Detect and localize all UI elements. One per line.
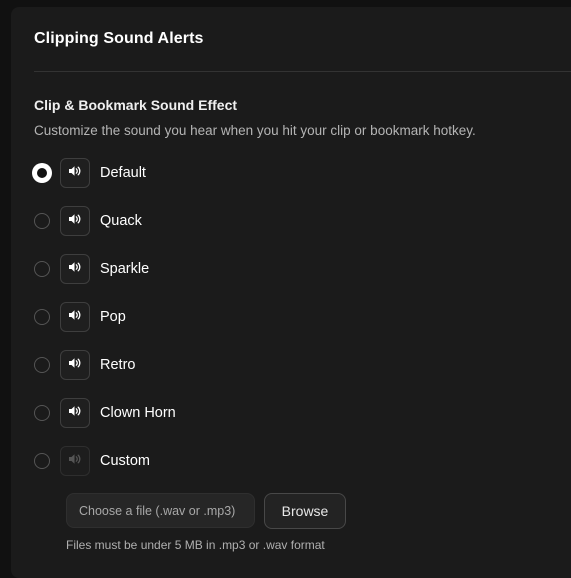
play-custom-button [60,446,90,476]
radio-sparkle[interactable] [34,261,50,277]
radio-default[interactable] [32,163,52,183]
sound-option-sparkle[interactable]: Sparkle [34,253,334,285]
radio-quack[interactable] [34,213,50,229]
play-default-button[interactable] [60,158,90,188]
section-description: Customize the sound you hear when you hi… [34,123,476,138]
option-label: Sparkle [100,261,150,277]
file-help-text: Files must be under 5 MB in .mp3 or .wav… [66,538,325,552]
option-label: Pop [100,309,126,325]
option-label: Quack [100,213,142,229]
option-label: Default [100,165,146,181]
sound-option-custom[interactable]: Custom [34,445,334,477]
radio-custom[interactable] [34,453,50,469]
play-retro-button[interactable] [60,350,90,380]
speaker-icon [68,308,82,326]
option-label: Clown Horn [100,405,176,421]
section-title: Clip & Bookmark Sound Effect [34,97,238,113]
sound-option-retro[interactable]: Retro [34,349,334,381]
divider [34,71,571,72]
radio-clown-horn[interactable] [34,405,50,421]
custom-file-input[interactable]: Choose a file (.wav or .mp3) [66,493,255,528]
sound-option-quack[interactable]: Quack [34,205,334,237]
play-pop-button[interactable] [60,302,90,332]
radio-pop[interactable] [34,309,50,325]
sound-option-clown-horn[interactable]: Clown Horn [34,397,334,429]
speaker-icon [68,260,82,278]
speaker-icon [68,404,82,422]
settings-panel: Clipping Sound Alerts Clip & Bookmark So… [11,7,571,578]
speaker-icon [68,452,82,470]
sound-option-pop[interactable]: Pop [34,301,334,333]
speaker-icon [68,164,82,182]
radio-retro[interactable] [34,357,50,373]
speaker-icon [68,356,82,374]
play-clown-horn-button[interactable] [60,398,90,428]
radio-dot [37,168,47,178]
option-label: Custom [100,453,150,469]
speaker-icon [68,212,82,230]
play-quack-button[interactable] [60,206,90,236]
option-label: Retro [100,357,136,373]
play-sparkle-button[interactable] [60,254,90,284]
browse-button[interactable]: Browse [264,493,346,529]
panel-title: Clipping Sound Alerts [34,30,204,47]
sound-option-default[interactable]: Default [32,157,334,189]
